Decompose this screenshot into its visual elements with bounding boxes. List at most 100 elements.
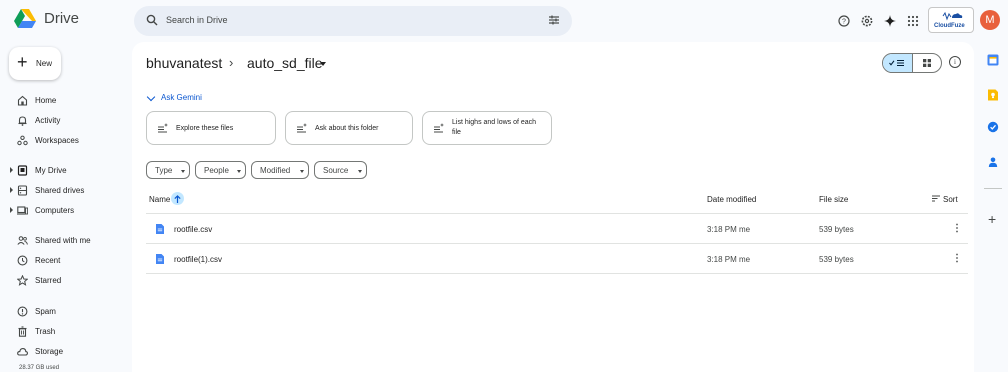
gemini-chip-label: Explore these files <box>176 125 234 132</box>
sidebar-item-spam[interactable]: Spam <box>0 304 130 320</box>
sidebar-item-home[interactable]: Home <box>0 93 130 109</box>
gemini-chip-label: Ask about this folder <box>315 125 379 132</box>
table-row[interactable]: rootfile(1).csv 3:18 PM me 539 bytes ⋮ <box>146 244 968 274</box>
document-icon <box>156 224 164 234</box>
column-header-name[interactable]: Name <box>149 195 170 204</box>
sidebar-item-recent[interactable]: Recent <box>0 253 130 269</box>
keep-icon[interactable] <box>987 89 999 101</box>
sidebar-item-my-drive[interactable]: My Drive <box>0 163 130 179</box>
list-view-button[interactable] <box>883 54 912 72</box>
workspaces-icon <box>17 135 28 146</box>
top-bar: Drive Search in Drive ? CloudFuze M <box>0 0 1008 42</box>
chevron-down-icon <box>181 170 185 173</box>
calendar-icon[interactable] <box>987 54 999 66</box>
search-input[interactable]: Search in Drive <box>166 15 228 25</box>
sort-direction-button[interactable] <box>171 192 184 205</box>
contacts-icon[interactable] <box>987 156 999 168</box>
new-button[interactable]: + New <box>9 47 61 80</box>
column-header-date-modified[interactable]: Date modified <box>707 195 756 204</box>
sidebar-item-label: Trash <box>35 327 56 336</box>
gemini-chip-highs-lows[interactable]: List highs and lows of each file <box>422 111 552 145</box>
tasks-icon[interactable] <box>987 121 999 133</box>
chevron-down-icon <box>237 170 241 173</box>
gemini-chip-explore[interactable]: Explore these files <box>146 111 276 145</box>
star-icon <box>17 275 28 286</box>
cloud-icon <box>17 348 28 356</box>
computers-icon <box>17 206 28 215</box>
search-icon[interactable] <box>146 14 158 26</box>
search-bar[interactable]: Search in Drive <box>134 6 572 36</box>
cloudfuze-label: CloudFuze <box>934 23 965 29</box>
sidebar-item-label: Workspaces <box>35 136 79 145</box>
storage-used-text: 28.37 GB used <box>19 365 60 371</box>
cloudfuze-addon[interactable]: CloudFuze <box>928 7 974 33</box>
filter-people[interactable]: People <box>195 161 246 179</box>
expand-arrow-icon[interactable] <box>10 167 13 173</box>
file-size: 539 bytes <box>819 255 854 264</box>
clock-icon <box>17 255 28 266</box>
more-options-icon[interactable]: ⋮ <box>952 253 962 264</box>
sidebar-item-label: Shared drives <box>35 186 85 195</box>
column-header-file-size[interactable]: File size <box>819 195 848 204</box>
help-icon[interactable]: ? <box>836 13 852 29</box>
sidebar-item-storage[interactable]: Storage <box>0 344 130 360</box>
info-icon[interactable]: i <box>949 56 961 68</box>
sidebar-item-label: Starred <box>35 276 62 285</box>
apps-icon[interactable] <box>905 13 921 29</box>
grid-view-icon <box>922 59 931 67</box>
svg-text:?: ? <box>842 19 846 26</box>
main-panel: bhuvanatest › auto_sd_file i Ask Gemini … <box>132 42 974 372</box>
gemini-icon[interactable] <box>882 13 898 29</box>
filter-type[interactable]: Type <box>146 161 190 179</box>
sidebar-item-label: Computers <box>35 206 75 215</box>
filter-label: Source <box>323 166 349 175</box>
filter-source[interactable]: Source <box>314 161 367 179</box>
breadcrumb-root[interactable]: bhuvanatest <box>146 55 222 71</box>
more-options-icon[interactable]: ⋮ <box>952 223 962 234</box>
chevron-down-icon[interactable] <box>146 92 156 102</box>
file-date-modified: 3:18 PM me <box>707 225 751 234</box>
add-addon-plus-icon[interactable]: + <box>988 212 996 226</box>
sidebar-item-label: Shared with me <box>35 236 91 245</box>
breadcrumb-separator-icon: › <box>229 55 234 70</box>
sidebar-item-starred[interactable]: Starred <box>0 273 130 289</box>
expand-arrow-icon[interactable] <box>10 207 13 213</box>
ask-gemini-toggle[interactable]: Ask Gemini <box>161 93 202 102</box>
table-row[interactable]: rootfile.csv 3:18 PM me 539 bytes ⋮ <box>146 214 968 244</box>
sidebar-item-label: My Drive <box>35 166 67 175</box>
sidebar-item-shared-drives[interactable]: Shared drives <box>0 183 130 199</box>
sidebar-item-computers[interactable]: Computers <box>0 203 130 219</box>
gemini-chip-ask-folder[interactable]: Ask about this folder <box>285 111 413 145</box>
list-view-icon <box>889 59 905 67</box>
gemini-prompt-icon <box>297 123 307 133</box>
drive-logo[interactable]: Drive <box>14 9 79 28</box>
expand-arrow-icon[interactable] <box>10 187 13 193</box>
sidebar-item-label: Spam <box>35 307 56 316</box>
file-name[interactable]: rootfile.csv <box>174 225 212 234</box>
sort-icon[interactable] <box>932 195 940 202</box>
sidebar-item-label: Recent <box>35 256 61 265</box>
home-icon <box>17 95 28 106</box>
filter-label: Modified <box>260 166 291 175</box>
filter-modified[interactable]: Modified <box>251 161 309 179</box>
sidebar-item-shared-with-me[interactable]: Shared with me <box>0 233 130 249</box>
search-options-icon[interactable] <box>548 14 560 26</box>
breadcrumb-current-folder[interactable]: auto_sd_file <box>247 55 323 71</box>
document-icon <box>156 254 164 264</box>
gemini-prompt-icon <box>158 123 168 133</box>
chevron-down-icon <box>358 170 362 173</box>
sort-button[interactable]: Sort <box>943 195 958 204</box>
folder-menu-caret-icon[interactable] <box>320 62 326 66</box>
settings-icon[interactable] <box>859 13 875 29</box>
plus-icon: + <box>17 52 28 72</box>
file-size: 539 bytes <box>819 225 854 234</box>
file-name[interactable]: rootfile(1).csv <box>174 255 222 264</box>
sidebar-item-workspaces[interactable]: Workspaces <box>0 133 130 149</box>
sidebar-item-label: Home <box>35 96 57 105</box>
avatar[interactable]: M <box>980 10 1000 30</box>
gemini-prompt-icon <box>434 123 444 133</box>
sidebar-item-trash[interactable]: Trash <box>0 324 130 340</box>
side-panel-divider <box>984 188 1002 189</box>
sidebar-item-activity[interactable]: Activity <box>0 113 130 129</box>
grid-view-button[interactable] <box>911 54 941 72</box>
